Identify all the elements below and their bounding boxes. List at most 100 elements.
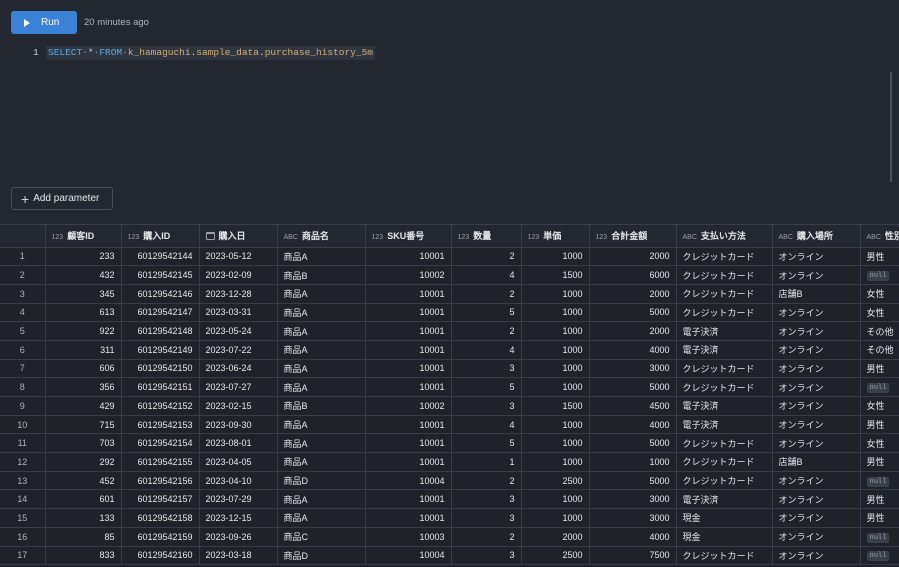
table-cell: 4500 [589,396,677,416]
table-row[interactable]: 13 452 60129542156 2023-04-10 商品D 10004 2 2500 5… [0,471,899,491]
table-cell: 1000 [589,452,677,472]
column-header-label: 合計金額 [611,231,648,242]
table-row[interactable]: 14 601 60129542157 2023-07-29 商品A 10001 3 1000 3… [0,489,899,510]
table-cell: 商品B [277,265,366,285]
table-cell: 60129542158 [121,508,200,528]
table-cell: 10001 [365,359,452,379]
table-cell: 店舗B [772,452,861,472]
table-cell: 電子決済 [676,489,773,510]
table-cell: 電子決済 [676,396,773,416]
row-number: 6 [0,340,46,360]
table-row[interactable]: 4 613 60129542147 2023-03-31 商品A 10001 5 1000 50… [0,303,899,323]
row-number-header [0,225,46,248]
table-row[interactable]: 1 233 60129542144 2023-05-12 商品A 10001 2 1000 20… [0,247,899,267]
table-cell: 60129542145 [121,265,200,285]
table-cell: 4 [451,415,522,435]
table-cell: 1000 [521,433,590,454]
column-header-label: 数量 [473,231,492,242]
table-row[interactable]: 16 85 60129542159 2023-09-26 商品C 10003 2 2000 40… [0,527,899,547]
table-cell: 1000 [521,508,590,528]
column-header[interactable]: 123 SKU番号 [365,225,452,248]
string-type-icon: ABC [682,234,697,242]
table-cell: 男性 [860,247,899,267]
table-cell: 商品A [277,303,366,323]
table-cell: 60129542153 [121,415,200,435]
table-row[interactable]: 8 356 60129542151 2023-07-27 商品A 10001 5 1000 50… [0,377,899,397]
table-cell: 電子決済 [676,340,773,360]
number-type-icon: 123 [371,234,384,242]
number-type-icon: 123 [51,234,64,242]
dataset-name: sample_data [196,47,259,58]
table-cell: 10001 [365,508,452,528]
table-cell: オンライン [772,433,861,454]
column-header[interactable]: 123 合計金額 [589,225,677,248]
column-header[interactable]: 購入日 [199,225,278,248]
table-cell: オンライン [772,508,861,528]
table-cell: 833 [45,546,122,566]
table-cell: 4000 [589,527,677,547]
add-parameter-button[interactable]: + Add parameter [11,187,113,210]
table-cell: 2000 [521,527,590,547]
table-cell: オンライン [772,546,861,566]
row-number: 15 [0,508,46,528]
table-cell: 1000 [521,452,590,472]
column-header[interactable]: ABC 支払い方法 [676,225,773,248]
table-cell: 商品A [277,452,366,472]
table-cell: 4000 [589,415,677,435]
table-cell: 10001 [365,247,452,267]
table-cell: 7500 [589,546,677,566]
table-cell: 2023-04-05 [199,452,278,472]
table-row[interactable]: 6 311 60129542149 2023-07-22 商品A 10001 4 1000 40… [0,340,899,360]
table-cell: 2500 [521,471,590,491]
table-cell: 商品A [277,340,366,360]
table-row[interactable]: 10 715 60129542153 2023-09-30 商品A 10001 4 1000 4… [0,415,899,435]
row-number: 13 [0,471,46,491]
table-cell: 613 [45,303,122,323]
table-cell: 5000 [589,471,677,491]
table-cell: 1500 [521,265,590,285]
table-row[interactable]: 2 432 60129542145 2023-02-09 商品B 10002 4 1500 60… [0,265,899,285]
table-row[interactable]: 3 345 60129542146 2023-12-28 商品A 10001 2 1000 20… [0,284,899,304]
table-cell: 商品A [277,359,366,379]
table-row[interactable]: 17 833 60129542160 2023-03-18 商品D 10004 3 2500 7… [0,546,899,566]
string-type-icon: ABC [283,234,298,242]
table-row[interactable]: 7 606 60129542150 2023-06-24 商品A 10001 3 1000 30… [0,359,899,379]
table-cell: 10004 [365,471,452,491]
table-row[interactable]: 12 292 60129542155 2023-04-05 商品A 10001 1 1000 1… [0,452,899,472]
table-cell: 3000 [589,359,677,379]
column-header[interactable]: 123 数量 [451,225,522,248]
table-cell: 345 [45,284,122,304]
table-cell: クレジットカード [676,433,773,454]
table-cell: null [860,377,899,397]
column-header[interactable]: ABC性別 [860,225,899,248]
table-cell: クレジットカード [676,303,773,323]
query-line[interactable]: SELECT·*·FROM·k_hamaguchi.sample_data.pu… [46,46,376,60]
table-row[interactable]: 15 133 60129542158 2023-12-15 商品A 10001 3 1000 3… [0,508,899,528]
table-cell: クレジットカード [676,359,773,379]
sql-editor[interactable]: 1 SELECT·*·FROM·k_hamaguchi.sample_data.… [0,44,899,224]
column-header[interactable]: 123 購入ID [121,225,200,248]
column-header[interactable]: 123 顧客ID [45,225,122,248]
column-header-label: 顧客ID [67,231,95,242]
header-row: 123 顧客ID 123 購入ID 購入日 ABC 商品名 123 SKU番号 123 数量 123 単… [0,225,899,248]
table-cell: 5000 [589,303,677,323]
table-row[interactable]: 9 429 60129542152 2023-02-15 商品B 10002 3 1500 45… [0,396,899,416]
column-header[interactable]: 123 単価 [521,225,590,248]
table-cell: 311 [45,340,122,360]
table-cell: オンライン [772,340,861,360]
table-cell: null [860,546,899,566]
table-cell: 2023-06-24 [199,359,278,379]
table-cell: 女性 [860,433,899,454]
run-button[interactable]: Run [11,11,77,34]
plus-icon: + [21,190,30,207]
table-row[interactable]: 5 922 60129542148 2023-05-24 商品A 10001 2 1000 20… [0,321,899,341]
keyword-select: SELECT [48,47,83,58]
row-number: 12 [0,452,46,472]
column-header[interactable]: ABC 購入場所 [772,225,861,248]
table-row[interactable]: 11 703 60129542154 2023-08-01 商品A 10001 5 1000 5… [0,433,899,454]
column-header[interactable]: ABC 商品名 [277,225,366,248]
table-cell: 1000 [521,359,590,379]
table-cell: 85 [45,527,122,547]
editor-scrollbar[interactable] [890,72,892,182]
table-cell: 60129542160 [121,546,200,566]
